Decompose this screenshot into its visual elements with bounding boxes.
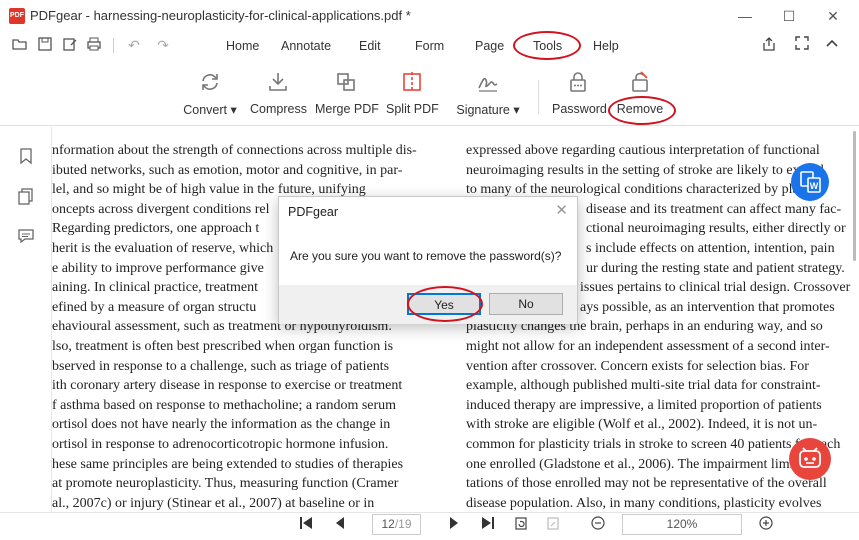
vertical-scrollbar[interactable] (853, 131, 856, 261)
signature-label: Signature (456, 103, 510, 117)
convert-button[interactable]: Convert ▾ (183, 70, 237, 117)
text-line: at promote neuroplasticity. Thus, measur… (52, 476, 399, 492)
split-pdf-button[interactable]: Split PDF (386, 70, 439, 116)
menu-annotate[interactable]: Annotate (281, 39, 331, 53)
merge-label: Merge PDF (315, 102, 379, 116)
save-icon[interactable] (36, 36, 54, 54)
merge-icon (337, 73, 355, 91)
page-number-field[interactable]: 12/19 (372, 514, 421, 535)
menu-page[interactable]: Page (475, 39, 504, 53)
unlock-icon (632, 71, 648, 92)
text-line: lso, treatment is often best prescribed … (52, 338, 394, 354)
open-icon[interactable] (11, 36, 29, 54)
current-page[interactable]: 12 (381, 517, 394, 531)
ai-assistant-float-button[interactable] (789, 438, 831, 480)
signature-icon (478, 77, 498, 92)
previous-page-icon[interactable] (330, 515, 350, 535)
zoom-level-field[interactable]: 120% (622, 514, 742, 535)
dialog-title: PDFgear (288, 205, 339, 219)
collapse-ribbon-icon[interactable] (823, 36, 841, 54)
dialog-close-icon[interactable]: ✕ (555, 201, 568, 219)
compress-button[interactable]: Compress (250, 70, 307, 116)
fullscreen-icon[interactable] (793, 36, 811, 54)
text-line: ibuted networks, such as emotion, motor … (52, 162, 403, 178)
compress-icon (269, 73, 287, 91)
menu-help[interactable]: Help (593, 39, 619, 53)
zoom-in-icon[interactable] (756, 515, 776, 535)
robot-icon (799, 447, 821, 468)
lock-icon (570, 72, 586, 92)
first-page-icon[interactable] (296, 515, 316, 535)
text-line: example, although published multi-site t… (466, 378, 821, 394)
password-label: Password (552, 102, 607, 116)
thumbnails-icon[interactable] (17, 187, 35, 205)
maximize-icon[interactable]: ☐ (779, 6, 799, 26)
convert-label: Convert (183, 103, 228, 117)
dialog-message: Are you sure you want to remove the pass… (290, 249, 562, 263)
menu-home[interactable]: Home (226, 39, 259, 53)
rotate-icon[interactable] (511, 515, 531, 535)
text-line: ith coronary artery disease in response … (52, 378, 403, 394)
zoom-out-icon[interactable] (588, 515, 608, 535)
app-logo: PDF (9, 8, 25, 24)
divider (113, 38, 114, 53)
bookmark-icon[interactable] (17, 147, 35, 165)
text-line: f asthma based on response to methacholi… (52, 397, 397, 413)
svg-text:W: W (810, 181, 819, 191)
print-icon[interactable] (85, 36, 103, 54)
text-line: vention after crossover. Concern exists … (466, 358, 809, 374)
merge-pdf-button[interactable]: Merge PDF (315, 70, 379, 116)
menu-edit[interactable]: Edit (359, 39, 381, 53)
undo-icon[interactable]: ↶ (125, 36, 143, 54)
password-button[interactable]: Password (552, 70, 607, 116)
rotate-disabled-icon[interactable] (543, 515, 563, 535)
toolbar-divider (538, 80, 539, 114)
close-icon[interactable]: ✕ (823, 6, 843, 26)
text-line: induced therapy are impressive, a limite… (466, 397, 822, 413)
menu-form[interactable]: Form (415, 39, 444, 53)
left-sidebar (0, 127, 52, 522)
total-pages: /19 (394, 517, 412, 531)
text-line: disease population. Also, in many condit… (466, 495, 822, 511)
annotation-circle-tools (513, 31, 581, 60)
compress-label: Compress (250, 102, 307, 116)
text-line: might not allow for an independent asses… (466, 338, 830, 354)
window-title: PDFgear - harnessing-neuroplasticity-for… (30, 8, 411, 23)
split-icon (403, 72, 421, 92)
redo-icon[interactable]: ↷ (154, 36, 172, 54)
annotation-circle-yes (407, 286, 483, 322)
comments-icon[interactable] (17, 227, 35, 245)
last-page-icon[interactable] (478, 515, 498, 535)
text-line: bserved in response to a challenge, such… (52, 358, 390, 374)
text-line: ortisol does not have nearly the informa… (52, 417, 391, 433)
minimize-icon[interactable]: — (735, 6, 755, 26)
title-bar: PDF PDFgear - harnessing-neuroplasticity… (0, 0, 859, 32)
text-line: expressed above regarding cautious inter… (466, 143, 820, 158)
text-line: with stroke are eligible (Wolf et al., 2… (466, 417, 818, 433)
text-line: ortisol in response to adrenocorticotrop… (52, 436, 389, 452)
translate-float-button[interactable]: W (791, 163, 829, 201)
next-page-icon[interactable] (444, 515, 464, 535)
no-button[interactable]: No (489, 293, 563, 315)
translate-icon: W (800, 171, 821, 193)
share-icon[interactable] (760, 36, 778, 54)
text-line: nformation about the strength of connect… (52, 143, 417, 158)
signature-button[interactable]: Signature ▾ (456, 70, 520, 117)
text-line: hese same principles are being extended … (52, 456, 404, 472)
save-as-icon[interactable] (61, 36, 79, 54)
split-label: Split PDF (386, 102, 439, 116)
annotation-circle-remove (608, 96, 676, 125)
convert-icon (202, 74, 218, 90)
text-line: al., 2007c) or injury (Stinear et al., 2… (52, 495, 375, 511)
